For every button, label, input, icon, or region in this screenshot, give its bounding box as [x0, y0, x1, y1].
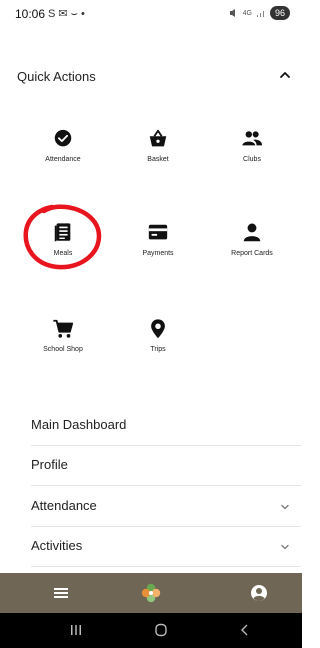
status-time: 10:06 — [15, 7, 46, 21]
people-icon — [242, 131, 263, 146]
quick-action-report-cards[interactable]: Report Cards — [212, 222, 292, 257]
menu-item-activities[interactable]: Activities — [31, 527, 301, 567]
back-icon[interactable] — [238, 623, 252, 637]
tile-label-clubs: Clubs — [243, 156, 261, 163]
quick-action-clubs[interactable]: Clubs — [212, 128, 292, 163]
system-nav-bar — [0, 613, 302, 648]
tile-label-school-shop: School Shop — [43, 346, 83, 353]
menu-item-profile[interactable]: Profile — [31, 446, 301, 486]
quick-action-basket[interactable]: Basket — [118, 128, 198, 163]
status-bar: 10:06 S ✉ ⌣ • 4G 96 — [0, 0, 302, 26]
menu-label-attendance: Attendance — [31, 498, 97, 513]
tile-label-report-cards: Report Cards — [231, 250, 273, 257]
location-pin-icon — [151, 319, 165, 339]
quick-actions-title: Quick Actions — [17, 69, 96, 84]
credit-card-icon — [148, 224, 168, 240]
person-icon — [243, 223, 261, 242]
quick-action-school-shop[interactable]: School Shop — [23, 318, 103, 353]
menu-book-icon — [54, 223, 71, 242]
chevron-down-icon[interactable] — [279, 541, 291, 553]
tile-label-basket: Basket — [147, 156, 169, 163]
tile-label-trips: Trips — [150, 346, 166, 353]
status-indicators: 4G 96 — [229, 6, 290, 20]
home-icon[interactable] — [154, 623, 168, 637]
tile-label-attendance: Attendance — [45, 156, 81, 163]
tile-label-meals: Meals — [53, 250, 73, 257]
quick-action-attendance[interactable]: Attendance — [23, 128, 103, 163]
recent-apps-icon[interactable] — [69, 623, 83, 637]
app-logo-icon[interactable] — [140, 582, 162, 604]
check-circle-icon — [54, 129, 72, 147]
signal-icon — [256, 11, 264, 17]
quick-action-trips[interactable]: Trips — [118, 318, 198, 353]
shopping-cart-icon — [53, 319, 74, 338]
mute-icon — [229, 9, 235, 17]
notification-icons: S ✉ ⌣ • — [48, 8, 85, 20]
menu-item-main-dashboard[interactable]: Main Dashboard — [31, 406, 301, 446]
bottom-nav — [0, 573, 302, 613]
menu-label-main-dashboard: Main Dashboard — [31, 417, 127, 432]
hamburger-menu-icon[interactable] — [50, 582, 72, 604]
network-label: 4G — [242, 9, 252, 17]
chevron-down-icon[interactable] — [279, 501, 291, 513]
account-circle-icon[interactable] — [248, 582, 270, 604]
menu-item-attendance[interactable]: Attendance — [31, 487, 301, 527]
battery-indicator: 96 — [269, 6, 290, 20]
menu-label-activities: Activities — [31, 538, 83, 553]
tile-label-payments: Payments — [142, 250, 174, 257]
quick-action-meals[interactable]: Meals — [23, 222, 103, 257]
quick-action-payments[interactable]: Payments — [118, 222, 198, 257]
quick-actions-header[interactable]: Quick Actions — [17, 67, 293, 85]
basket-icon — [149, 129, 167, 147]
chevron-up-icon[interactable] — [277, 67, 293, 83]
menu-label-profile: Profile — [31, 457, 68, 472]
